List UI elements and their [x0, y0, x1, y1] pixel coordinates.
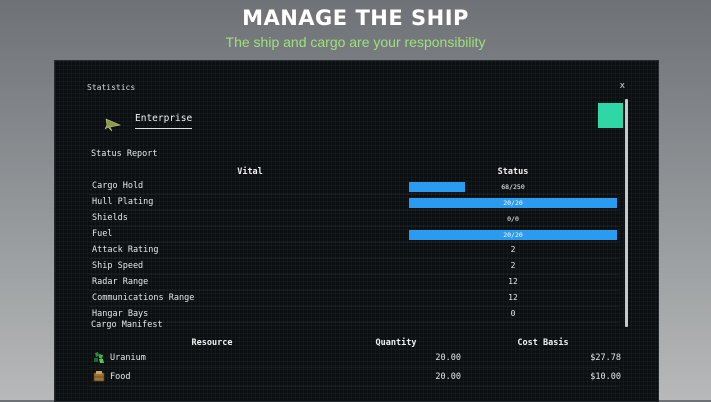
row-divider	[89, 386, 619, 387]
ship-speed-value: 2	[510, 261, 516, 270]
food-crate-icon	[93, 371, 105, 382]
hull-plating-value: 20/20	[503, 199, 523, 207]
scrollbar[interactable]	[625, 99, 628, 327]
resource-cost-basis: $10.00	[590, 372, 621, 382]
row-divider	[89, 226, 619, 227]
promo-title: MANAGE THE SHIP	[242, 6, 469, 30]
col-header-resource: Resource	[191, 338, 233, 348]
resource-name: Food	[110, 372, 131, 382]
fuel-bar: 20/20	[409, 230, 617, 240]
status-label: Hangar Bays	[92, 309, 149, 319]
row-divider	[89, 306, 619, 307]
status-label: Fuel	[92, 229, 113, 239]
resource-quantity: 20.00	[435, 353, 461, 363]
row-divider	[89, 242, 619, 243]
cargo-hold-value: 68/250	[501, 183, 525, 191]
cargo-manifest-title: Cargo Manifest	[91, 320, 163, 330]
status-label: Attack Rating	[92, 245, 159, 255]
attack-rating-value: 2	[510, 245, 516, 254]
col-header-cost-basis: Cost Basis	[517, 338, 569, 348]
status-report-title: Status Report	[91, 149, 158, 159]
col-header-quantity: Quantity	[375, 338, 417, 348]
col-header-vital: Vital	[237, 167, 263, 177]
radar-range-value: 12	[508, 277, 518, 286]
status-label: Cargo Hold	[92, 181, 144, 191]
row-divider	[89, 210, 619, 211]
ship-color-swatch[interactable]	[598, 103, 623, 128]
cargo-hold-bar: 68/250	[409, 182, 617, 192]
resource-cost-basis: $27.78	[590, 353, 621, 363]
status-label: Shields	[92, 213, 128, 223]
row-divider	[89, 290, 619, 291]
window-title: Statistics	[87, 83, 136, 92]
ship-icon	[105, 118, 121, 132]
tab-ship-enterprise[interactable]: Enterprise	[135, 113, 193, 129]
row-divider	[89, 274, 619, 275]
promo-subtitle: The ship and cargo are your responsibili…	[225, 34, 486, 50]
hangar-bays-value: 0	[510, 309, 516, 318]
status-label: Ship Speed	[92, 261, 144, 271]
resource-name: Uranium	[110, 353, 146, 363]
hull-plating-bar: 20/20	[409, 198, 617, 208]
communications-range-value: 12	[508, 293, 518, 302]
col-header-status: Status	[497, 167, 529, 177]
status-label: Communications Range	[92, 293, 195, 303]
shields-value: 0/0	[507, 215, 519, 223]
status-label: Radar Range	[92, 277, 149, 287]
row-divider	[89, 258, 619, 259]
row-divider	[89, 367, 619, 368]
status-label: Hull Plating	[92, 197, 154, 207]
uranium-icon	[94, 352, 104, 363]
fuel-value: 20/20	[503, 231, 523, 239]
statistics-window: Statistics x Enterprise Status Report Vi…	[54, 60, 659, 402]
shields-bar: 0/0	[409, 214, 617, 224]
row-divider	[89, 322, 619, 323]
close-button[interactable]: x	[620, 81, 625, 91]
row-divider	[89, 194, 619, 195]
resource-quantity: 20.00	[435, 372, 461, 382]
